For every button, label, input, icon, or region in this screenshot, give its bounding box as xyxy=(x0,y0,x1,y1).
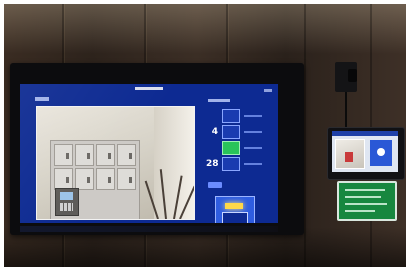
wall-bracket xyxy=(335,62,357,92)
tablet-side-panel xyxy=(370,140,392,166)
sign-text-line xyxy=(345,210,375,212)
tablet-camera-preview xyxy=(335,139,365,169)
monitor-bezel-reflection xyxy=(20,226,278,232)
tablet-preview-object xyxy=(345,152,353,162)
tablet-cable xyxy=(345,92,347,127)
tablet-header-bar xyxy=(332,131,398,136)
tablet-status-dot xyxy=(377,148,385,156)
bracket-knob xyxy=(348,69,357,82)
tablet-screen[interactable] xyxy=(332,131,398,172)
sign-text-line xyxy=(345,189,385,191)
sign-text-line xyxy=(345,196,381,198)
sign-text-line xyxy=(345,203,387,205)
screen-glare xyxy=(20,84,278,223)
green-info-sign xyxy=(337,181,397,221)
monitor-screen: 4 28 xyxy=(20,84,278,223)
